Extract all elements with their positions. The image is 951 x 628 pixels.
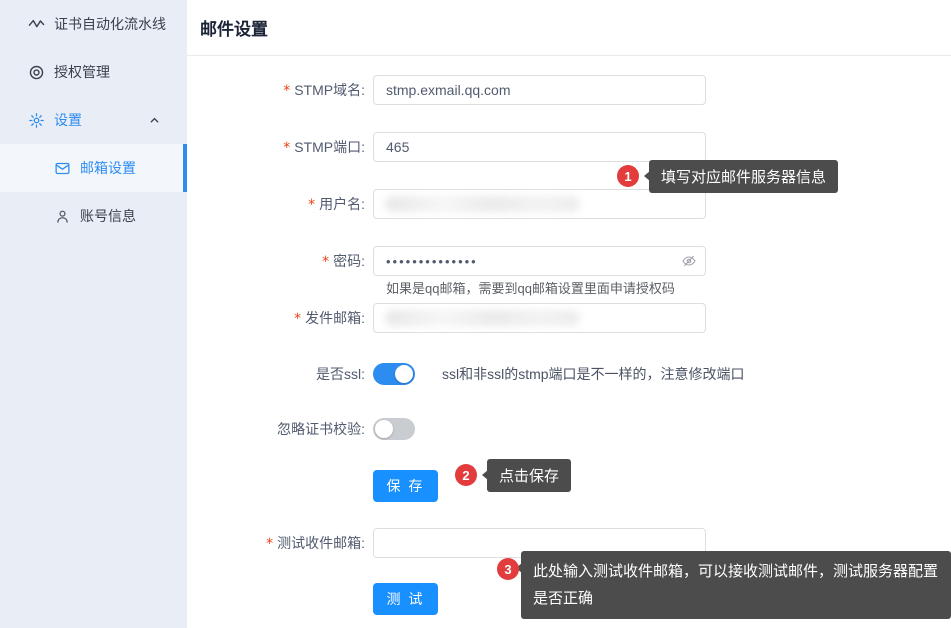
chevron-up-icon[interactable] [148,114,161,127]
field-label: *测试收件邮箱: [187,528,373,559]
sidebar-item-account-info[interactable]: 账号信息 [0,192,187,240]
form-row-smtp-domain: *STMP域名: [187,75,951,106]
step-badge-2: 2 [455,464,477,486]
label-spacer [187,470,373,502]
field-label: *STMP域名: [187,75,373,106]
ssl-hint: ssl和非ssl的stmp端口是不一样的，注意修改端口 [442,363,745,385]
sidebar-item-label: 账号信息 [80,206,136,226]
page-header: 邮件设置 [187,0,951,56]
app-root: 证书自动化流水线 授权管理 设置 邮箱设置 [0,0,951,628]
save-button[interactable]: 保 存 [373,470,438,502]
sidebar-item-settings[interactable]: 设置 [0,96,187,144]
field-label: *密码: [187,246,373,298]
form-row-smtp-port: *STMP端口: [187,132,951,163]
password-hint: 如果是qq邮箱，需要到qq邮箱设置里面申请授权码 [386,280,706,298]
page-title: 邮件设置 [200,15,268,40]
gear-icon [28,112,45,129]
sidebar: 证书自动化流水线 授权管理 设置 邮箱设置 [0,0,187,628]
label-spacer [187,583,373,615]
form-row-ssl: 是否ssl: ssl和非ssl的stmp端口是不一样的，注意修改端口 [187,363,951,385]
smtp-domain-input[interactable] [373,75,706,105]
form-row-username: *用户名: [187,189,951,220]
form-row-ignore-cert: 忽略证书校验: [187,418,951,440]
sidebar-item-auth[interactable]: 授权管理 [0,48,187,96]
sidebar-item-label: 授权管理 [54,62,110,82]
step-badge-3: 3 [497,558,519,580]
ssl-toggle[interactable] [373,363,415,385]
smtp-port-input[interactable] [373,132,706,162]
field-label: *STMP端口: [187,132,373,163]
mail-settings-form: *STMP域名: *STMP端口: *用户名: *密码: [187,56,951,615]
step-tooltip-3: 此处输入测试收件邮箱，可以接收测试邮件，测试服务器配置是否正确 [521,551,951,619]
toggle-knob [395,365,413,383]
eye-off-icon[interactable] [681,253,697,269]
target-icon [28,64,45,81]
test-button[interactable]: 测 试 [373,583,438,615]
sidebar-item-mailbox-settings[interactable]: 邮箱设置 [0,144,187,192]
form-row-password: *密码: 如果是qq邮箱，需要到qq邮箱设置里面申请授权码 [187,246,951,298]
field-label: 是否ssl: [187,363,373,385]
user-icon [54,208,71,225]
step-badge-1: 1 [617,165,639,187]
step-tooltip-2: 点击保存 [487,459,571,492]
sidebar-item-pipeline[interactable]: 证书自动化流水线 [0,0,187,48]
form-row-sender-email: *发件邮箱: [187,303,951,334]
field-label: *发件邮箱: [187,303,373,334]
field-label: 忽略证书校验: [187,418,373,440]
step-tooltip-1: 填写对应邮件服务器信息 [649,160,838,193]
field-label: *用户名: [187,189,373,220]
main-content: 邮件设置 *STMP域名: *STMP端口: *用户名: [187,0,951,628]
sidebar-item-label: 设置 [54,110,82,130]
ignore-cert-toggle[interactable] [373,418,415,440]
sender-email-input[interactable] [373,303,706,333]
mail-icon [54,160,71,177]
username-input[interactable] [373,189,706,219]
password-input[interactable] [373,246,706,276]
activity-icon [28,16,45,33]
sidebar-item-label: 证书自动化流水线 [54,14,166,34]
toggle-knob [375,420,393,438]
sidebar-item-label: 邮箱设置 [80,158,136,178]
